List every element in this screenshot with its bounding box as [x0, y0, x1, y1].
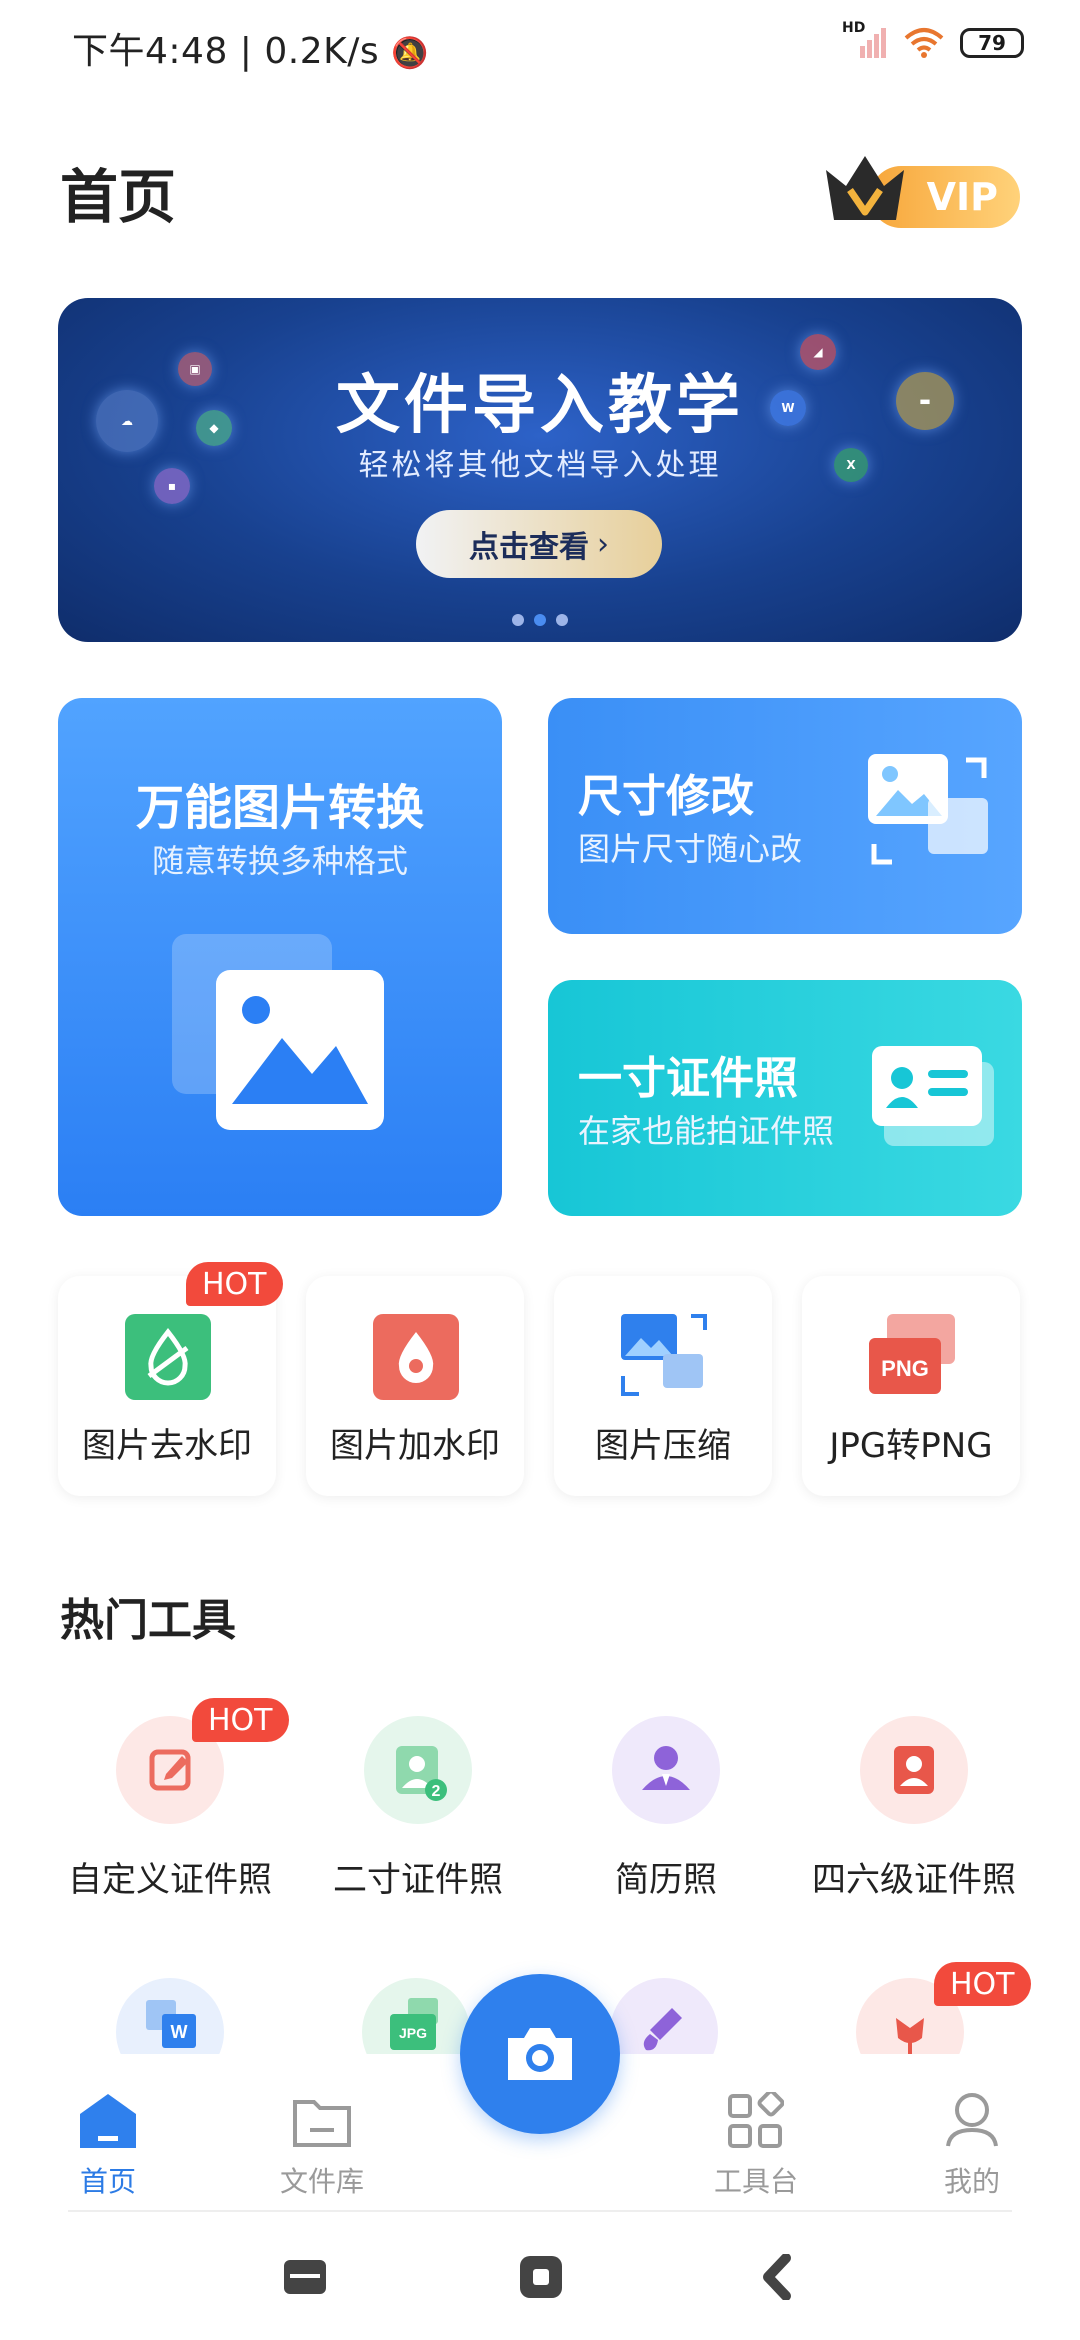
nav-label: 首页: [79, 2165, 136, 2198]
status-bar: 下午4:48 | 0.2K/s 🔕 HD 79: [0, 0, 1080, 96]
two-inch-photo-icon: 2: [364, 1716, 472, 1824]
hot-badge: HOT: [192, 1698, 289, 1742]
jpg-icon-text: JPG: [399, 2025, 427, 2041]
signal-hd-label: HD: [842, 20, 866, 36]
nav-label: 工具台: [713, 2165, 798, 2198]
tool-label: 二寸证件照: [333, 1860, 503, 1900]
carousel-dot[interactable]: [512, 614, 524, 626]
id-card-icon: [872, 1046, 994, 1146]
nav-label: 文件库: [279, 2165, 364, 2198]
tool-label: 简历照: [615, 1860, 717, 1900]
water-drop-icon: [373, 1314, 459, 1400]
system-nav-bar: [0, 2214, 1080, 2340]
back-icon[interactable]: [756, 2254, 802, 2300]
resume-person-icon: [612, 1716, 720, 1824]
camera-icon: [508, 2028, 572, 2080]
signal-icon: HD: [842, 20, 888, 60]
home-square-icon[interactable]: [518, 2254, 564, 2300]
vip-label: VIP: [926, 175, 998, 219]
tool-label: 四六级证件照: [812, 1860, 1016, 1900]
banner-button-label: 点击查看: [469, 530, 589, 565]
card-title: 万能图片转换: [135, 780, 424, 836]
banner-view-button[interactable]: 点击查看 ›: [416, 510, 662, 578]
compress-image-icon: [621, 1314, 707, 1396]
carousel-indicator: [58, 614, 1022, 626]
crown-icon: [826, 156, 904, 220]
card-subtitle: 随意转换多种格式: [151, 842, 408, 880]
grid-apps-icon: [728, 2092, 784, 2148]
mute-icon: 🔕: [391, 36, 429, 71]
tool-label: JPG转PNG: [829, 1426, 993, 1466]
png-icon-text: PNG: [881, 1356, 929, 1381]
hot-tool-two-inch[interactable]: 2 二寸证件照: [298, 1716, 538, 1916]
card-title: 一寸证件照: [578, 1053, 798, 1104]
separator: |: [239, 31, 265, 72]
tool-jpg-to-png[interactable]: PNG JPG转PNG: [802, 1276, 1020, 1496]
id-photo-card[interactable]: 一寸证件照 在家也能拍证件照: [548, 980, 1022, 1216]
hot-tool-cet-photo[interactable]: 四六级证件照: [794, 1716, 1034, 1916]
tool-label: 图片去水印: [82, 1426, 252, 1466]
user-icon: [946, 2093, 998, 2147]
resize-card[interactable]: 尺寸修改 图片尺寸随心改: [548, 698, 1022, 934]
tool-remove-watermark[interactable]: 图片去水印: [58, 1276, 276, 1496]
nav-profile[interactable]: 我的: [902, 2064, 1042, 2204]
banner-carousel[interactable]: ☁ ▣ ◆ ▪ ◢ W ▬ X 文件导入教学 轻松将其他文档导入处理 点击查看 …: [58, 298, 1022, 642]
clock: 下午4:48: [72, 31, 228, 72]
nav-toolbox[interactable]: 工具台: [686, 2064, 826, 2204]
camera-button[interactable]: [460, 1974, 620, 2134]
resize-image-icon: [868, 754, 988, 865]
card-subtitle: 在家也能拍证件照: [578, 1112, 835, 1150]
tool-label: 图片压缩: [595, 1426, 731, 1466]
tool-label: 自定义证件照: [68, 1860, 272, 1900]
word-icon-text: W: [171, 2022, 188, 2042]
water-drop-remove-icon: [125, 1314, 211, 1400]
image-convert-card[interactable]: 万能图片转换 随意转换多种格式: [58, 698, 502, 1216]
card-subtitle: 图片尺寸随心改: [578, 830, 803, 868]
cet-portrait-icon: [860, 1716, 968, 1824]
nav-label: 我的: [943, 2165, 1000, 2198]
battery-icon: 79: [960, 28, 1024, 58]
hot-tool-custom-id[interactable]: 自定义证件照: [50, 1716, 290, 1916]
home-icon: [80, 2094, 136, 2148]
status-icons: HD 79: [842, 20, 1024, 60]
carousel-dot[interactable]: [556, 614, 568, 626]
chevron-right-icon: ›: [597, 526, 609, 562]
svg-text:2: 2: [432, 1783, 441, 1800]
folder-icon: [293, 2100, 351, 2147]
tool-compress[interactable]: 图片压缩: [554, 1276, 772, 1496]
menu-icon[interactable]: [282, 2254, 328, 2300]
png-file-icon: PNG: [869, 1314, 955, 1394]
network-speed: 0.2K/s: [264, 31, 380, 72]
hot-badge: HOT: [934, 1962, 1031, 2006]
hot-badge: HOT: [186, 1262, 283, 1306]
tool-label: 图片加水印: [330, 1426, 500, 1466]
hot-tools-title: 热门工具: [60, 1595, 236, 1646]
banner-title: 文件导入教学: [336, 369, 744, 443]
vip-button[interactable]: VIP: [820, 150, 1020, 230]
card-title: 尺寸修改: [578, 771, 754, 822]
nav-home[interactable]: 首页: [38, 2064, 178, 2204]
page-title: 首页: [60, 163, 177, 231]
image-icon: [172, 934, 384, 1130]
status-time-speed: 下午4:48 | 0.2K/s 🔕: [72, 22, 429, 74]
nav-divider: [68, 2210, 1012, 2212]
tool-add-watermark[interactable]: 图片加水印: [306, 1276, 524, 1496]
battery-level: 79: [978, 31, 1006, 55]
wifi-icon: [904, 28, 944, 58]
banner-subtitle: 轻松将其他文档导入处理: [358, 448, 722, 483]
carousel-dot-active[interactable]: [534, 614, 546, 626]
nav-file-library[interactable]: 文件库: [252, 2064, 392, 2204]
hot-tool-resume-photo[interactable]: 简历照: [546, 1716, 786, 1916]
